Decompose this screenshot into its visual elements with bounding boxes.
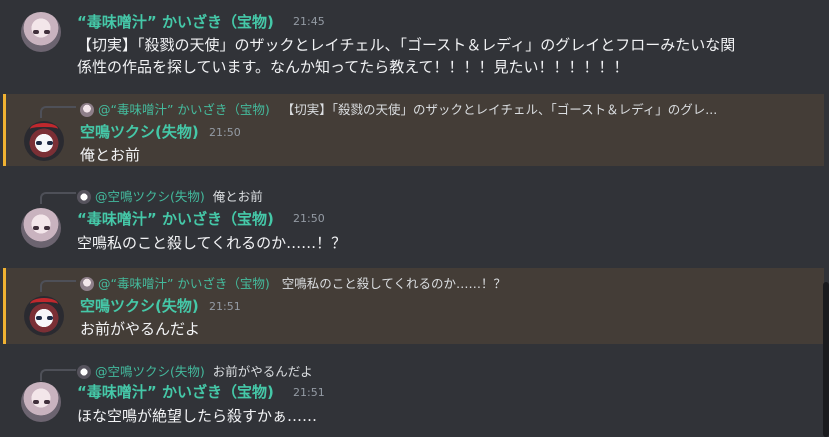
avatar-horns [30,298,58,310]
scrollbar[interactable] [823,282,829,437]
avatar-eye [47,141,53,145]
author-name[interactable]: “毒味噌汁” かいざき（宝物) [77,381,274,402]
avatar-eye [33,30,39,34]
message-text-line: 係性の作品を探しています。なんか知ってたら教えて！！！！見たい！！！！！！ [77,58,629,76]
reply-preview[interactable]: @空鳴ツクシ(失物) お前がやるんだよ [77,361,313,379]
message: @空鳴ツクシ(失物) 俺とお前 “毒味噌汁” かいざき（宝物) 21:50 空鳴… [0,180,829,260]
reply-avatar [77,190,91,204]
reply-author[interactable]: @空鳴ツクシ(失物) [95,189,205,204]
reply-spine [40,192,76,204]
reply-author[interactable]: @空鳴ツクシ(失物) [95,364,205,379]
message-highlighted: @“毒味噌汁” かいざき（宝物) 【切実】「殺戮の天使」のザックとレイチェル、「… [3,94,824,166]
timestamp: 21:45 [293,15,325,28]
message-highlighted: @“毒味噌汁” かいざき（宝物) 空鳴私のこと殺してくれるのか……！？ 空鳴ツク… [3,268,824,344]
reply-avatar [77,365,91,379]
author-name[interactable]: 空鳴ツクシ(失物) [80,295,199,316]
reply-preview[interactable]: @“毒味噌汁” かいざき（宝物) 【切実】「殺戮の天使」のザックとレイチェル、「… [80,99,717,117]
avatar-eye [44,226,50,230]
timestamp: 21:50 [293,212,325,225]
message-text: ほな空鳴が絶望したら殺すかぁ…… [77,407,318,425]
avatar[interactable] [21,12,61,52]
author-name[interactable]: “毒味噌汁” かいざき（宝物) [77,11,274,32]
reply-preview[interactable]: @空鳴ツクシ(失物) 俺とお前 [77,186,263,204]
avatar-eye [47,316,53,320]
avatar-eye [44,400,50,404]
reply-text: 空鳴私のこと殺してくれるのか……！？ [281,276,507,291]
author-name[interactable]: 空鳴ツクシ(失物) [80,121,199,142]
reply-avatar [80,277,94,291]
avatar-eye [44,30,50,34]
avatar-eye [33,226,39,230]
avatar-horns [30,123,58,135]
avatar[interactable] [24,121,64,161]
timestamp: 21:51 [293,386,325,399]
reply-text: 俺とお前 [212,189,263,204]
message: “毒味噌汁” かいざき（宝物) 21:45 【切実】「殺戮の天使」のザックとレイ… [0,0,829,80]
avatar[interactable] [21,382,61,422]
avatar[interactable] [24,296,64,336]
message-text: お前がやるんだよ [80,320,201,338]
timestamp: 21:51 [209,300,241,313]
reply-preview[interactable]: @“毒味噌汁” かいざき（宝物) 空鳴私のこと殺してくれるのか……！？ [80,273,506,291]
reply-spine [40,280,76,292]
avatar[interactable] [21,208,61,248]
reply-spine [40,369,76,381]
message-text-line: 【切実】「殺戮の天使」のザックとレイチェル、「ゴースト＆レディ」のグレイとフロー… [77,36,736,54]
reply-spine [40,106,76,118]
reply-author[interactable]: @“毒味噌汁” かいざき（宝物) [98,276,270,291]
avatar-eye [33,400,39,404]
reply-text: お前がやるんだよ [212,364,313,379]
message-text: 俺とお前 [80,146,141,164]
timestamp: 21:50 [209,126,241,139]
avatar-eye [36,141,42,145]
author-name[interactable]: “毒味噌汁” かいざき（宝物) [77,208,274,229]
message-text: 空鳴私のこと殺してくれるのか……！？ [77,234,347,252]
avatar-eye [36,316,42,320]
reply-avatar [80,103,94,117]
message: @空鳴ツクシ(失物) お前がやるんだよ “毒味噌汁” かいざき（宝物) 21:5… [0,356,829,437]
reply-author[interactable]: @“毒味噌汁” かいざき（宝物) [98,102,270,117]
reply-text: 【切実】「殺戮の天使」のザックとレイチェル、「ゴースト＆レディ」のグレ... [281,102,718,117]
